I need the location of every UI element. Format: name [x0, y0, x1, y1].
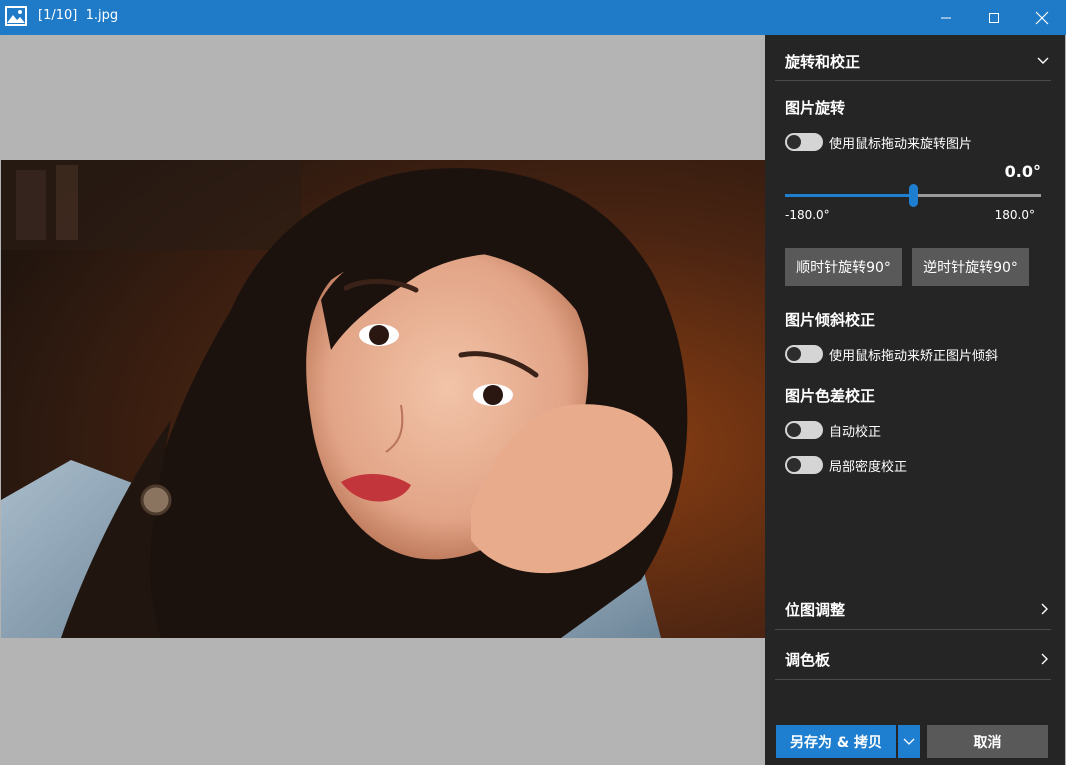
bitmap-section-header[interactable]: 位图调整: [765, 585, 1065, 633]
local-density-toggle[interactable]: 局部密度校正: [785, 454, 907, 476]
title-bar: [1/10] 1.jpg: [0, 0, 1066, 35]
chromatic-title: 图片色差校正: [785, 387, 876, 405]
cancel-button[interactable]: 取消: [927, 725, 1048, 758]
adjustment-panel: 旋转和校正 图片旋转 使用鼠标拖动来旋转图片 0.0° -180.0° 180.…: [765, 35, 1065, 765]
palette-section-header[interactable]: 调色板: [765, 635, 1065, 683]
rotation-min-label: -180.0°: [785, 208, 830, 222]
divider: [775, 679, 1051, 680]
maximize-button[interactable]: [970, 0, 1018, 35]
rotation-angle-value: 0.0°: [1004, 162, 1041, 181]
rotate-ccw-button[interactable]: 逆时针旋转90°: [912, 248, 1029, 286]
image-counter: [1/10]: [38, 8, 78, 23]
chevron-right-icon: [1041, 603, 1048, 615]
auto-correct-toggle[interactable]: 自动校正: [785, 419, 881, 441]
close-button[interactable]: [1018, 0, 1066, 35]
rotate-cw-button[interactable]: 顺时针旋转90°: [785, 248, 902, 286]
rotate-section-header[interactable]: 旋转和校正: [765, 37, 1065, 85]
rotation-slider-thumb[interactable]: [909, 184, 918, 207]
photo-image: [1, 160, 765, 638]
divider: [775, 629, 1051, 630]
chevron-right-icon: [1041, 653, 1048, 665]
auto-correct-label: 自动校正: [829, 424, 882, 440]
image-icon: [5, 6, 27, 26]
save-copy-button[interactable]: 另存为 & 拷贝: [776, 725, 896, 758]
save-options-dropdown[interactable]: [898, 725, 920, 758]
toggle-switch[interactable]: [785, 456, 823, 474]
maximize-icon: [989, 12, 999, 23]
rotation-slider-fill: [785, 194, 913, 197]
skew-mouse-toggle-label: 使用鼠标拖动来矫正图片倾斜: [829, 348, 999, 364]
divider: [775, 80, 1051, 81]
skew-title: 图片倾斜校正: [785, 311, 876, 329]
bitmap-section-title: 位图调整: [785, 600, 846, 619]
chevron-down-icon: [1037, 57, 1049, 64]
rotate-mouse-toggle-label: 使用鼠标拖动来旋转图片: [829, 136, 973, 152]
local-density-label: 局部密度校正: [829, 459, 908, 475]
image-viewer[interactable]: [1, 35, 765, 763]
rotate-mouse-toggle[interactable]: 使用鼠标拖动来旋转图片: [785, 131, 972, 153]
rotation-max-label: 180.0°: [994, 208, 1035, 222]
minimize-button[interactable]: [922, 0, 970, 35]
skew-mouse-toggle[interactable]: 使用鼠标拖动来矫正图片倾斜: [785, 343, 998, 365]
window-title: [1/10] 1.jpg: [38, 8, 118, 23]
rotation-title: 图片旋转: [785, 99, 846, 117]
palette-section-title: 调色板: [785, 650, 831, 669]
close-icon: [1035, 11, 1049, 24]
chevron-down-icon: [903, 738, 915, 745]
toggle-switch[interactable]: [785, 421, 823, 439]
toggle-switch[interactable]: [785, 345, 823, 363]
rotation-slider[interactable]: [785, 184, 1041, 207]
file-name: 1.jpg: [85, 8, 119, 23]
minimize-icon: [941, 17, 951, 18]
rotate-section-title: 旋转和校正: [785, 52, 861, 71]
toggle-switch[interactable]: [785, 133, 823, 151]
